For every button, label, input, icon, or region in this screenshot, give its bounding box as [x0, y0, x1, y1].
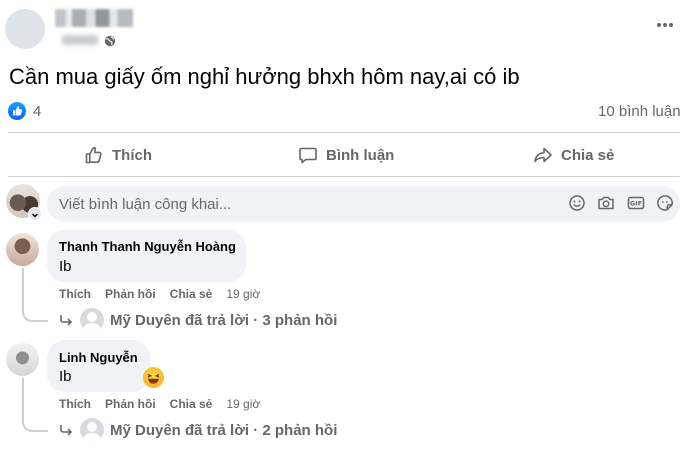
like-label: Thích [112, 146, 152, 164]
comment-label: Bình luận [326, 146, 395, 164]
replies-summary: Mỹ Duyên đã trả lời · 3 phản hồi [110, 311, 338, 329]
commenter-avatar[interactable] [6, 343, 39, 376]
thread-line [22, 378, 48, 432]
reply-arrow-icon [60, 315, 73, 326]
comment-reply-button[interactable]: Phản hồi [105, 287, 156, 301]
globe-icon [104, 35, 116, 47]
comment-text: Ib [59, 368, 72, 385]
more-icon[interactable] [656, 22, 674, 28]
gif-icon[interactable]: GIF [627, 194, 645, 212]
like-icon[interactable] [8, 102, 26, 120]
comment-share-button[interactable]: Chia sẻ [170, 397, 213, 411]
comment-author[interactable]: Linh Nguyễn [59, 350, 138, 365]
author-avatar-blurred[interactable] [5, 9, 45, 49]
comment-text: Ib [59, 258, 72, 275]
comment-actions: Thích Phản hồi Chia sẻ 19 giờ [59, 397, 260, 411]
author-name-blurred[interactable] [55, 9, 133, 27]
post-text: Cần mua giấy ốm nghỉ hưởng bhxh hôm nay,… [9, 64, 520, 89]
replies-summary: Mỹ Duyên đã trả lời · 2 phản hồi [110, 421, 338, 439]
comment-like-button[interactable]: Thích [59, 287, 91, 301]
comment-count[interactable]: 10 bình luận [598, 103, 680, 120]
comment-button[interactable]: Bình luận [298, 141, 394, 169]
share-button[interactable]: Chia sẻ [533, 141, 614, 169]
post-time-blurred[interactable] [62, 35, 98, 45]
emoji-icon[interactable] [568, 194, 586, 212]
comment-bubble [47, 230, 246, 282]
share-label: Chia sẻ [561, 146, 615, 164]
comment-time[interactable]: 19 giờ [226, 287, 260, 301]
comment-time[interactable]: 19 giờ [226, 397, 260, 411]
comment-icon [299, 147, 317, 164]
comment-author[interactable]: Thanh Thanh Nguyễn Hoàng [59, 239, 236, 254]
comment-reply-button[interactable]: Phản hồi [105, 397, 156, 411]
comment-input-placeholder: Viết bình luận công khai... [59, 196, 232, 213]
svg-text:GIF: GIF [630, 200, 642, 208]
reply-avatar [80, 418, 104, 442]
view-replies-button[interactable]: Mỹ Duyên đã trả lời · 3 phản hồi [58, 308, 337, 332]
share-icon [534, 147, 552, 163]
divider [8, 176, 680, 177]
thread-line [22, 268, 48, 322]
comment-like-button[interactable]: Thích [59, 397, 91, 411]
laughing-emoji-icon[interactable] [143, 367, 164, 388]
sticker-icon[interactable] [656, 194, 674, 212]
divider [8, 132, 680, 133]
camera-icon[interactable] [597, 194, 615, 212]
view-replies-button[interactable]: Mỹ Duyên đã trả lời · 2 phản hồi [58, 418, 337, 442]
reply-arrow-icon [60, 425, 73, 436]
comment-share-button[interactable]: Chia sẻ [170, 287, 213, 301]
reply-avatar [80, 308, 104, 332]
thumbs-up-icon [85, 146, 102, 164]
commenter-avatar[interactable] [6, 233, 39, 266]
comment-actions: Thích Phản hồi Chia sẻ 19 giờ [59, 287, 260, 301]
like-button[interactable]: Thích [84, 141, 152, 169]
chevron-down-icon[interactable] [28, 207, 42, 221]
reaction-count[interactable]: 4 [33, 103, 41, 120]
